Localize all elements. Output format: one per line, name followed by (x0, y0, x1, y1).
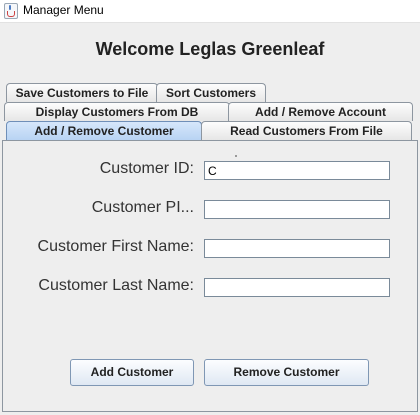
tab-display-customers-from-db[interactable]: Display Customers From DB (4, 102, 230, 121)
tab-save-customers-to-file[interactable]: Save Customers to File (6, 83, 158, 102)
focus-dot (235, 155, 237, 157)
customer-id-field[interactable] (204, 161, 390, 180)
title-bar: Manager Menu (0, 0, 420, 23)
tab-add-remove-account[interactable]: Add / Remove Account (228, 102, 413, 121)
first-name-label: Customer First Name: (37, 238, 194, 255)
java-cup-icon (4, 3, 18, 19)
customer-pin-field[interactable] (204, 200, 390, 219)
tab-sort-customers[interactable]: Sort Customers (156, 83, 266, 102)
welcome-heading: Welcome Leglas Greenleaf (95, 39, 325, 59)
tab-add-remove-customer[interactable]: Add / Remove Customer (6, 121, 202, 140)
first-name-field[interactable] (204, 239, 390, 258)
add-customer-button[interactable]: Add Customer (70, 359, 194, 386)
customer-id-label: Customer ID: (99, 160, 194, 177)
remove-customer-button[interactable]: Remove Customer (204, 359, 369, 386)
window-title: Manager Menu (23, 3, 104, 17)
tab-read-customers-from-file[interactable]: Read Customers From File (201, 121, 412, 140)
last-name-label: Customer Last Name: (38, 277, 194, 294)
last-name-field[interactable] (204, 278, 390, 297)
customer-pin-label: Customer PI... (91, 199, 194, 216)
